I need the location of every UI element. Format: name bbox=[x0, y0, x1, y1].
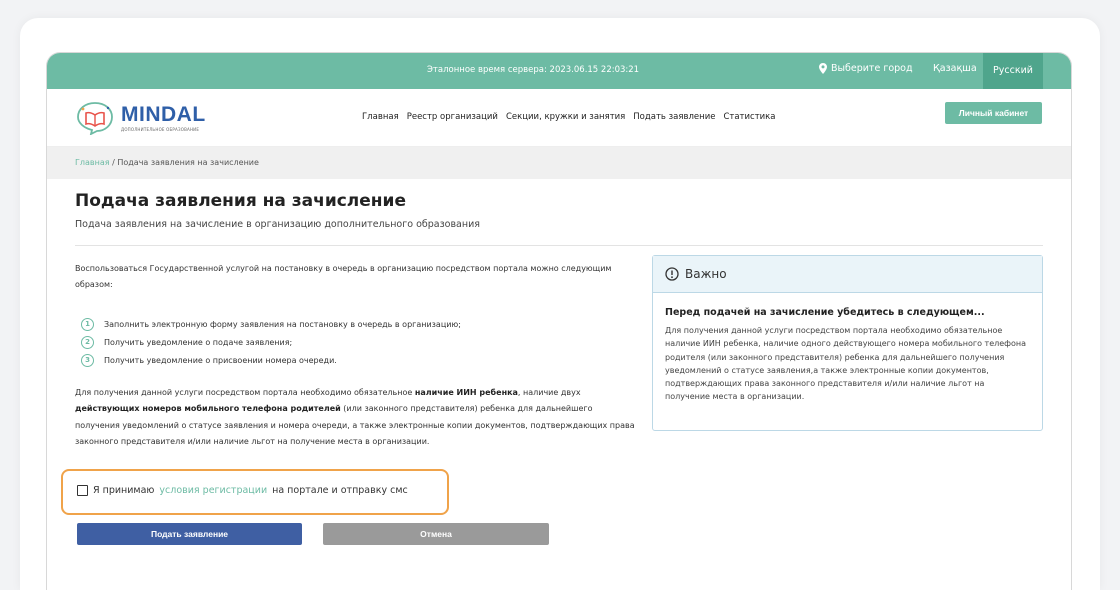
logo-icon bbox=[77, 102, 113, 135]
important-text: Для получения данной услуги посредством … bbox=[665, 326, 1027, 402]
step-text: Заполнить электронную форму заявления на… bbox=[104, 319, 461, 329]
details-part: , наличие двух bbox=[517, 388, 581, 397]
list-item: 2 Получить уведомление о подаче заявлени… bbox=[81, 333, 461, 351]
important-header-label: Важно bbox=[685, 267, 727, 281]
terms-link[interactable]: условия регистрации bbox=[159, 485, 267, 496]
main-nav: Главная Реестр организаций Секции, кружк… bbox=[362, 112, 776, 122]
top-bar: Эталонное время сервера: 2023.06.15 22:0… bbox=[47, 53, 1071, 89]
step-text: Получить уведомление о подаче заявления; bbox=[104, 337, 293, 347]
city-selector[interactable]: Выберите город bbox=[819, 63, 913, 74]
important-panel: Важно Перед подачей на зачисление убедит… bbox=[652, 255, 1043, 431]
lang-russian[interactable]: Русский bbox=[983, 53, 1043, 89]
browser-window: Эталонное время сервера: 2023.06.15 22:0… bbox=[46, 52, 1072, 590]
nav-home[interactable]: Главная bbox=[362, 112, 399, 122]
server-time: Эталонное время сервера: 2023.06.15 22:0… bbox=[427, 65, 640, 75]
agree-text: Я принимаю bbox=[93, 485, 155, 496]
important-header: Важно bbox=[653, 256, 1042, 293]
cancel-button[interactable]: Отмена bbox=[323, 523, 549, 545]
logo-text: MINDAL ДОПОЛНИТЕЛЬНОЕ ОБРАЗОВАНИЕ bbox=[121, 102, 206, 132]
logo[interactable]: MINDAL ДОПОЛНИТЕЛЬНОЕ ОБРАЗОВАНИЕ bbox=[75, 101, 206, 135]
important-title: Перед подачей на зачисление убедитесь в … bbox=[665, 307, 985, 318]
city-label: Выберите город bbox=[831, 63, 913, 74]
step-number: 2 bbox=[81, 335, 94, 349]
list-item: 3 Получить уведомление о присвоении номе… bbox=[81, 351, 461, 369]
warning-circle-icon bbox=[665, 267, 679, 281]
personal-cabinet-button[interactable]: Личный кабинет bbox=[945, 102, 1042, 124]
agree-terms[interactable]: Я принимаю условия регистрации на портал… bbox=[77, 485, 408, 496]
submit-application-button[interactable]: Подать заявление bbox=[77, 523, 302, 545]
step-number: 3 bbox=[81, 353, 94, 367]
site-header: MINDAL ДОПОЛНИТЕЛЬНОЕ ОБРАЗОВАНИЕ Главна… bbox=[47, 89, 1071, 147]
agree-text: на портале и отправку смс bbox=[272, 485, 408, 496]
breadcrumb: Главная / Подача заявления на зачисление bbox=[47, 147, 1071, 179]
divider bbox=[75, 245, 1043, 246]
agree-checkbox[interactable] bbox=[77, 485, 88, 496]
intro-text: Воспользоваться Государственной услугой … bbox=[75, 264, 612, 289]
details-bold: наличие ИИН ребенка bbox=[414, 388, 518, 397]
steps-list: 1 Заполнить электронную форму заявления … bbox=[81, 315, 461, 369]
nav-apply[interactable]: Подать заявление bbox=[633, 112, 715, 122]
details-bold: действующих номеров мобильного телефона … bbox=[75, 404, 341, 414]
page-title: Подача заявления на зачисление bbox=[75, 191, 406, 211]
details-part: Для получения данной услуги посредством … bbox=[75, 388, 415, 397]
nav-registry[interactable]: Реестр организаций bbox=[407, 112, 498, 122]
step-text: Получить уведомление о присвоении номера… bbox=[104, 355, 337, 365]
nav-sections[interactable]: Секции, кружки и занятия bbox=[506, 112, 625, 122]
breadcrumb-home[interactable]: Главная bbox=[75, 158, 110, 167]
list-item: 1 Заполнить электронную форму заявления … bbox=[81, 315, 461, 333]
breadcrumb-current: Подача заявления на зачисление bbox=[117, 158, 259, 167]
step-number: 1 bbox=[81, 317, 94, 331]
lang-kazakh[interactable]: Қазақша bbox=[933, 63, 977, 74]
logo-subtitle: ДОПОЛНИТЕЛЬНОЕ ОБРАЗОВАНИЕ bbox=[121, 126, 200, 132]
nav-statistics[interactable]: Статистика bbox=[723, 112, 775, 122]
details-text: Для получения данной услуги посредством … bbox=[75, 385, 635, 450]
breadcrumb-separator: / bbox=[112, 158, 115, 167]
logo-name: MINDAL bbox=[121, 102, 206, 126]
map-pin-icon bbox=[819, 63, 827, 74]
page-subtitle: Подача заявления на зачисление в организ… bbox=[75, 219, 480, 230]
